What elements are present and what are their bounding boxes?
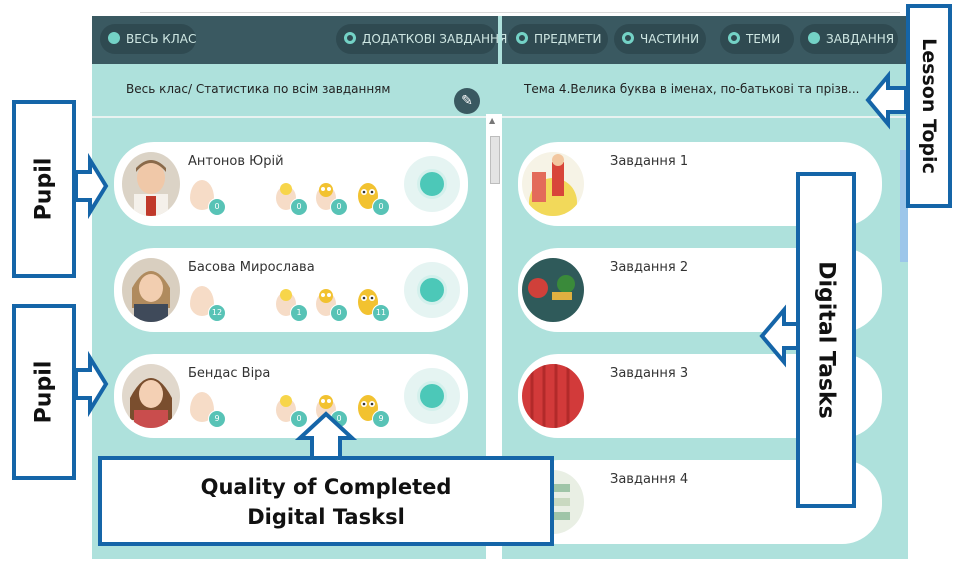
callout-text: Digital Tasks [813,261,839,419]
pupil-callout-bottom: Pupil [12,304,76,480]
callout-text: Quality of Completed [200,475,452,499]
pupil1-arrow-icon [74,152,109,220]
callout-text: Pupil [31,360,57,424]
callout-text: Lesson Topic [918,38,940,174]
pupil-callout-top: Pupil [12,100,76,278]
digital-tasks-arrow-icon [759,304,802,368]
quality-arrow-icon [294,411,358,460]
callout-text: Digital Tasksl [247,505,405,529]
digital-tasks-callout: Digital Tasks [796,172,856,508]
pupil2-arrow-icon [74,350,109,418]
quality-callout: Quality of Completed Digital Tasksl [98,456,554,546]
lesson-topic-arrow-icon [865,70,908,130]
callout-text: Pupil [31,157,57,221]
lesson-topic-callout: Lesson Topic [906,4,952,208]
